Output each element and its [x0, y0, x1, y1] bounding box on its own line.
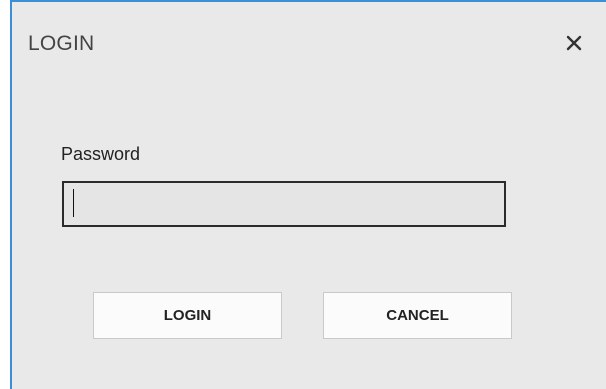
cancel-button[interactable]: CANCEL: [323, 292, 512, 339]
text-caret: [73, 189, 74, 217]
password-input[interactable]: [62, 181, 506, 227]
password-label: Password: [61, 144, 141, 164]
dialog-title: LOGIN: [28, 32, 95, 55]
login-dialog: LOGIN Password LOGIN CANCEL: [10, 0, 606, 389]
close-icon: [566, 35, 582, 51]
login-button[interactable]: LOGIN: [93, 292, 282, 339]
close-button[interactable]: [561, 30, 587, 56]
